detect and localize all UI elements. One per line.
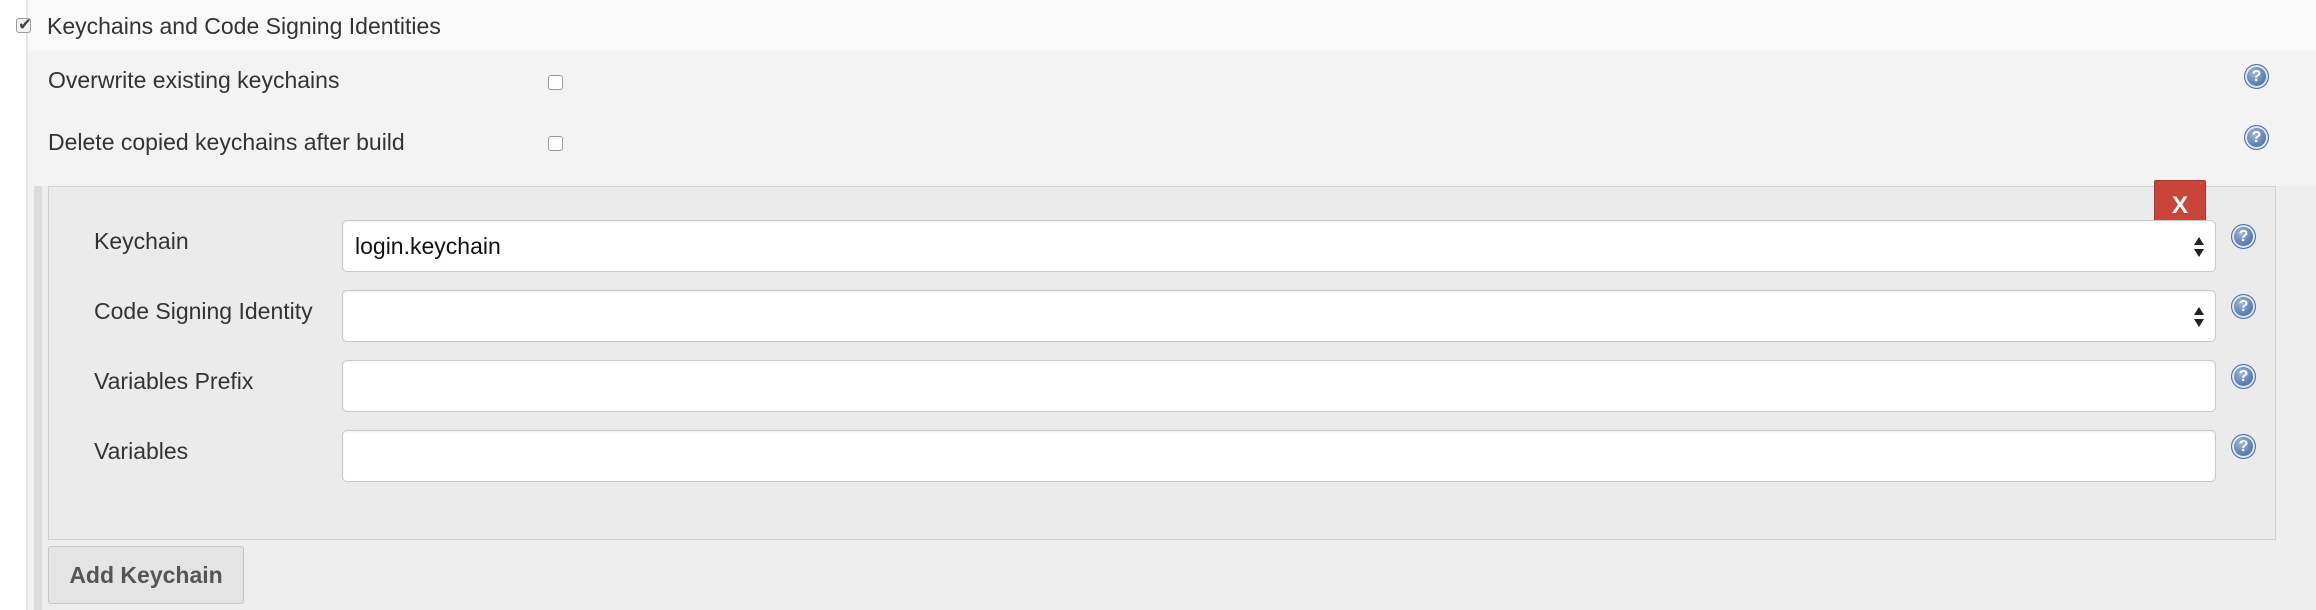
select-arrows-icon — [2194, 237, 2204, 257]
help-icon[interactable]: ? — [2231, 364, 2256, 389]
overwrite-keychains-label: Overwrite existing keychains — [48, 67, 340, 93]
select-arrows-icon — [2194, 307, 2204, 327]
keychain-select[interactable]: login.keychain — [342, 220, 2216, 272]
delete-copied-keychains-label: Delete copied keychains after build — [48, 129, 405, 155]
keychain-label: Keychain — [94, 228, 189, 254]
section-enable-checkbox[interactable]: ✔ — [16, 15, 32, 34]
help-icon[interactable]: ? — [2231, 294, 2256, 319]
section-title: Keychains and Code Signing Identities — [47, 13, 441, 39]
keychain-config-page: ✔ Keychains and Code Signing Identities … — [0, 0, 2316, 610]
variables-prefix-label: Variables Prefix — [94, 368, 254, 394]
keychain-select-value: login.keychain — [355, 233, 501, 259]
add-keychain-button[interactable]: Add Keychain — [48, 546, 244, 604]
variables-input[interactable] — [342, 430, 2216, 482]
variables-label: Variables — [94, 438, 189, 464]
overwrite-keychains-checkbox[interactable] — [548, 75, 563, 90]
variables-prefix-input[interactable] — [342, 360, 2216, 412]
delete-copied-keychains-checkbox[interactable] — [548, 136, 563, 151]
help-icon[interactable]: ? — [2231, 224, 2256, 249]
help-icon[interactable]: ? — [2244, 64, 2269, 89]
checkmark-icon: ✔ — [18, 15, 33, 34]
help-icon[interactable]: ? — [2244, 125, 2269, 150]
help-icon[interactable]: ? — [2231, 434, 2256, 459]
code-signing-identity-select[interactable] — [342, 290, 2216, 342]
code-signing-identity-label: Code Signing Identity — [94, 298, 313, 324]
